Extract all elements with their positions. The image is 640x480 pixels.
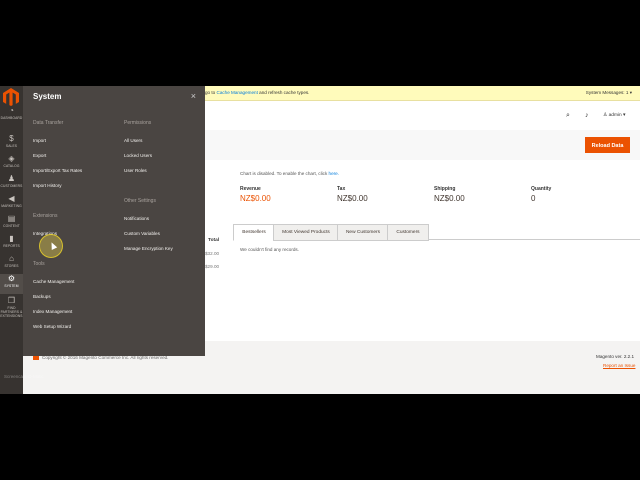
cache-management-link[interactable]: Cache Management [217,90,258,95]
megaphone-icon: ◀ [8,194,15,203]
nav-item-label: DASHBOARD [0,116,23,120]
gear-icon: ⚙ [7,274,16,283]
menu-link-custom-variables[interactable]: Custom Variables [124,231,160,236]
page-actions-bar [205,130,640,160]
dashboard-icon: ◔ [9,106,14,115]
nav-item-label: SALES [5,144,18,148]
tab-most-viewed-products[interactable]: Most Viewed Products [273,224,339,241]
bell-icon[interactable]: ♪ [585,112,589,119]
flyout-title: System [33,92,62,101]
nav-item-reports[interactable]: ▮ REPORTS [0,234,23,254]
section-heading-extensions: Extensions [33,213,58,219]
enable-chart-link[interactable]: here. [329,171,339,176]
nav-item-label: FIND PARTNERS & EXTENSIONS [0,306,23,318]
nav-item-stores[interactable]: ⌂ STORES [0,254,23,274]
dollar-icon: $ [9,134,14,143]
magento-admin: ◔ DASHBOARD $ SALES ◈ CATALOG ♟ CUSTOMERS ◀ MARKE… [0,86,640,394]
menu-link-import-export-tax-rates[interactable]: Import/Export Tax Rates [33,168,82,173]
stat-value: 0 [531,194,536,203]
tab-bestsellers[interactable]: Bestsellers [233,224,275,241]
reload-data-button[interactable]: Reload Data [585,137,630,153]
menu-link-all-users[interactable]: All Users [124,138,142,143]
layout-icon: ▤ [7,214,16,223]
stat-tax: Tax NZ$0.00 [337,186,368,203]
stat-shipping: Shipping NZ$0.00 [434,186,465,203]
menu-link-import-history[interactable]: Import History [33,183,62,188]
admin-sidebar: ◔ DASHBOARD $ SALES ◈ CATALOG ♟ CUSTOMERS ◀ MARKE… [0,86,23,394]
nav-item-find-partners-extensions[interactable]: ❒ FIND PARTNERS & EXTENSIONS [0,296,23,318]
system-message-bar: go to Cache Management and refresh cache… [205,86,640,101]
menu-link-export[interactable]: Export [33,153,46,158]
nav-item-label: SYSTEM [4,284,19,288]
store-icon: ⌂ [9,254,14,263]
stat-value: NZ$0.00 [434,194,465,203]
section-heading-data-transfer: Data Transfer [33,120,64,126]
menu-link-import[interactable]: Import [33,138,46,143]
chart-disabled-notice: Chart is disabled. To enable the chart, … [240,171,340,176]
tab-customers[interactable]: Customers [387,224,429,241]
admin-user-menu[interactable]: ♙ admin ▾ [603,113,625,118]
nav-item-catalog[interactable]: ◈ CATALOG [0,154,23,174]
no-records-message: We couldn't find any records. [240,247,300,252]
section-heading-other: Other Settings [124,198,156,204]
recorder-watermark: Screencast-O-Matic [4,374,44,379]
stat-label: Tax [337,186,346,192]
section-heading-tools: Tools [33,261,45,267]
total-value: $32.00 [205,251,220,256]
cube-icon: ◈ [8,154,15,163]
nav-item-label: CATALOG [3,164,20,168]
stat-value: NZ$0.00 [337,194,368,203]
nav-item-content[interactable]: ▤ CONTENT [0,214,23,234]
nav-item-label: REPORTS [3,244,20,248]
stat-label: Shipping [434,186,456,192]
system-messages-toggle[interactable]: System Messages: 1 ▾ [586,90,632,96]
nav-item-label: STORES [4,264,19,268]
stat-quantity: Quantity 0 [531,186,551,203]
nav-item-marketing[interactable]: ◀ MARKETING [0,194,23,214]
nav-item-sales[interactable]: $ SALES [0,134,23,154]
close-icon[interactable]: × [191,91,196,101]
menu-link-user-roles[interactable]: User Roles [124,168,147,173]
menu-link-web-setup-wizard[interactable]: Web Setup Wizard [33,324,71,329]
stat-value: NZ$0.00 [240,194,271,203]
version-text: Magento ver. 2.2.1 [596,354,635,359]
stat-label: Revenue [240,186,261,192]
search-icon[interactable]: ⌕ [566,112,570,120]
menu-link-locked-users[interactable]: Locked Users [124,153,152,158]
nav-item-label: MARKETING [1,204,22,208]
section-heading-permissions: Permissions [124,120,152,126]
report-issue-link[interactable]: Report an Issue [603,363,635,368]
total-value: $29.00 [205,264,220,269]
menu-link-index-management[interactable]: Index Management [33,309,72,314]
stat-label: Quantity [531,186,552,192]
menu-link-cache-management[interactable]: Cache Management [33,279,74,284]
system-message: go to Cache Management and refresh cache… [205,90,310,95]
nav-item-system[interactable]: ⚙ SYSTEM [0,274,23,294]
nav-item-dashboard[interactable]: ◔ DASHBOARD [0,106,23,126]
magento-logo[interactable] [3,88,19,106]
menu-link-backups[interactable]: Backups [33,294,51,299]
stat-revenue: Revenue NZ$0.00 [240,186,271,203]
system-menu-flyout: System × Data Transfer Import Export Import… [23,86,205,356]
menu-link-manage-encryption-key[interactable]: Manage Encryption Key [124,246,173,251]
tab-new-customers[interactable]: New Customers [337,224,389,241]
nav-item-label: CONTENT [3,224,20,228]
bar-chart-icon: ▮ [9,234,14,243]
nav-item-customers[interactable]: ♟ CUSTOMERS [0,174,23,194]
menu-link-notifications[interactable]: Notifications [124,216,149,221]
total-column-header: Total [208,238,220,243]
person-icon: ♟ [7,174,16,183]
nav-item-label: CUSTOMERS [0,184,23,188]
box-icon: ❒ [7,296,16,305]
